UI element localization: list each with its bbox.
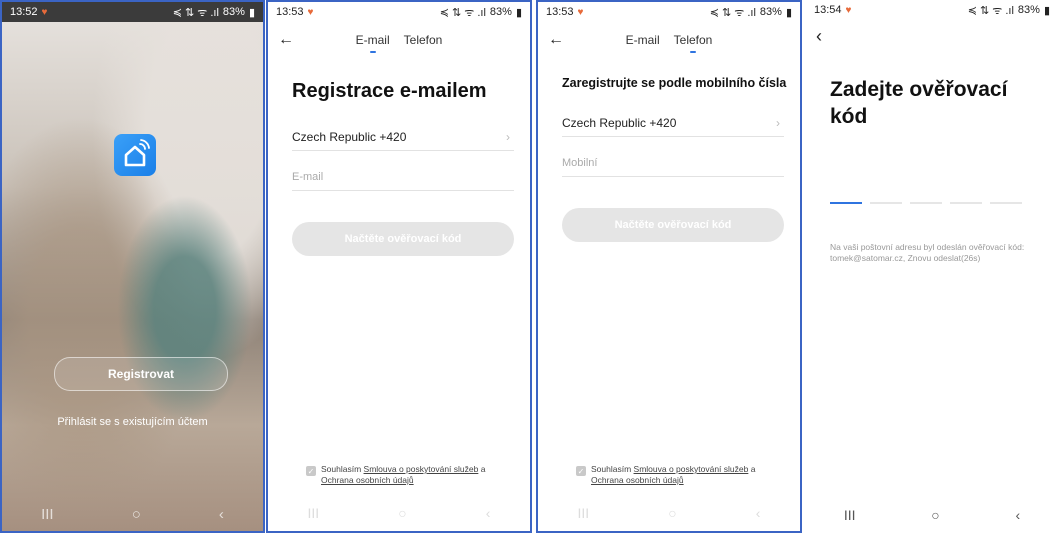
page-title: Zaregistrujte se podle mobilního čísla <box>562 76 787 90</box>
agree-mid: a <box>748 464 756 474</box>
top-navigation: ‹ <box>806 24 1058 54</box>
agree-prefix: Souhlasím <box>321 464 364 474</box>
home-icon[interactable]: ○ <box>398 505 406 521</box>
service-agreement-link[interactable]: Smlouva o poskytování služeb <box>364 464 479 474</box>
service-agreement-link[interactable]: Smlouva o poskytování služeb <box>634 464 749 474</box>
page-title: Registrace e-mailem <box>292 80 487 102</box>
status-bar: 13:54 ♥ ≼ ⇅ ᯤ .ıl 83% ▮ <box>806 0 1058 20</box>
country-label: Czech Republic +420 <box>562 116 677 130</box>
battery-icon: ▮ <box>1043 4 1050 17</box>
recent-apps-icon[interactable]: III <box>41 506 54 523</box>
mobile-input[interactable]: Mobilní <box>562 150 784 177</box>
code-digit-4[interactable] <box>950 202 982 204</box>
chevron-right-icon: › <box>506 130 510 144</box>
tab-phone[interactable]: Telefon <box>404 33 443 53</box>
code-digit-1[interactable] <box>830 202 862 204</box>
heart-icon: ♥ <box>307 6 314 18</box>
verification-info-text: Na vaši poštovní adresu byl odeslán ověř… <box>830 242 1025 263</box>
home-icon[interactable]: ○ <box>668 505 676 521</box>
register-button[interactable]: Registrovat <box>54 357 228 391</box>
tab-phone[interactable]: Telefon <box>674 33 712 53</box>
battery-percent: 83% <box>222 6 245 18</box>
heart-icon: ♥ <box>41 6 48 18</box>
battery-percent: 83% <box>759 6 782 18</box>
agree-checkbox[interactable]: ✓ <box>306 466 316 476</box>
splash-screen: 13:52 ♥ ≼ ⇅ ᯤ .ıl 83% ▮ Registrovat Přihlás… <box>0 0 265 533</box>
recent-apps-icon[interactable]: III <box>578 505 590 521</box>
login-existing-account-link[interactable]: Přihlásit se s existujícím účtem <box>2 416 263 428</box>
clock: 13:54 <box>814 4 842 16</box>
battery-icon: ▮ <box>785 6 792 19</box>
privacy-policy-link[interactable]: Ochrana osobních údajů <box>591 475 684 485</box>
country-label: Czech Republic +420 <box>292 130 407 144</box>
battery-icon: ▮ <box>248 6 255 19</box>
email-registration-screen: 13:53 ♥ ≼ ⇅ ᯤ .ıl 83% ▮ ← E-mail Telefon Re… <box>266 0 532 533</box>
country-selector[interactable]: Czech Republic +420 › <box>562 110 784 137</box>
terms-agreement: ✓ Souhlasím Smlouva o poskytování služeb… <box>576 464 788 486</box>
status-bar: 13:53 ♥ ≼ ⇅ ᯤ .ıl 83% ▮ <box>268 2 530 22</box>
code-digit-5[interactable] <box>990 202 1022 204</box>
clock: 13:52 <box>10 6 38 18</box>
status-bar: 13:53 ♥ ≼ ⇅ ᯤ .ıl 83% ▮ <box>538 2 800 22</box>
tab-email[interactable]: E-mail <box>356 33 390 53</box>
clock: 13:53 <box>546 6 574 18</box>
top-navigation: ← E-mail Telefon <box>538 26 800 56</box>
system-navigation-bar: III ○ ‹ <box>806 497 1058 533</box>
heart-icon: ♥ <box>577 6 584 18</box>
agree-checkbox[interactable]: ✓ <box>576 466 586 476</box>
signal-icons: ≼ ⇅ ᯤ .ıl <box>172 6 219 19</box>
system-navigation-bar: III ○ ‹ <box>538 495 800 531</box>
home-icon[interactable]: ○ <box>931 507 939 523</box>
phone-registration-screen: 13:53 ♥ ≼ ⇅ ᯤ .ıl 83% ▮ ← E-mail Telefon Za… <box>536 0 802 533</box>
get-verification-code-button[interactable]: Načtěte ověřovací kód <box>292 222 514 256</box>
back-nav-icon[interactable]: ‹ <box>219 506 224 523</box>
back-nav-icon[interactable]: ‹ <box>486 505 491 521</box>
get-verification-code-button[interactable]: Načtěte ověřovací kód <box>562 208 784 242</box>
recent-apps-icon[interactable]: III <box>308 505 320 521</box>
battery-percent: 83% <box>489 6 512 18</box>
chevron-right-icon: › <box>776 116 780 130</box>
code-digit-3[interactable] <box>910 202 942 204</box>
email-input[interactable]: E-mail <box>292 164 514 191</box>
battery-icon: ▮ <box>515 6 522 19</box>
terms-agreement: ✓ Souhlasím Smlouva o poskytování služeb… <box>306 464 518 486</box>
verification-code-screen: 13:54 ♥ ≼ ⇅ ᯤ .ıl 83% ▮ ‹ Zadejte ověřovací… <box>806 0 1058 533</box>
app-logo-icon <box>114 134 156 176</box>
back-nav-icon[interactable]: ‹ <box>756 505 761 521</box>
agree-mid: a <box>478 464 486 474</box>
system-navigation-bar: III ○ ‹ <box>268 495 530 531</box>
back-chevron-icon[interactable]: ‹ <box>816 26 822 47</box>
home-icon[interactable]: ○ <box>132 506 141 523</box>
country-selector[interactable]: Czech Republic +420 › <box>292 124 514 151</box>
blurred-background-photo <box>2 2 263 531</box>
back-nav-icon[interactable]: ‹ <box>1015 507 1020 523</box>
tab-email[interactable]: E-mail <box>626 33 660 53</box>
code-input[interactable] <box>830 202 1022 204</box>
battery-percent: 83% <box>1017 4 1040 16</box>
recent-apps-icon[interactable]: III <box>844 507 856 523</box>
agree-prefix: Souhlasím <box>591 464 634 474</box>
page-title: Zadejte ověřovací kód <box>830 78 1008 128</box>
code-digit-2[interactable] <box>870 202 902 204</box>
signal-icons: ≼ ⇅ ᯤ .ıl <box>439 6 486 19</box>
status-bar: 13:52 ♥ ≼ ⇅ ᯤ .ıl 83% ▮ <box>2 2 263 22</box>
system-navigation-bar: III ○ ‹ <box>2 497 263 531</box>
signal-icons: ≼ ⇅ ᯤ .ıl <box>709 6 756 19</box>
clock: 13:53 <box>276 6 304 18</box>
signal-icons: ≼ ⇅ ᯤ .ıl <box>967 4 1014 17</box>
privacy-policy-link[interactable]: Ochrana osobních údajů <box>321 475 414 485</box>
top-navigation: ← E-mail Telefon <box>268 26 530 56</box>
heart-icon: ♥ <box>845 4 852 16</box>
